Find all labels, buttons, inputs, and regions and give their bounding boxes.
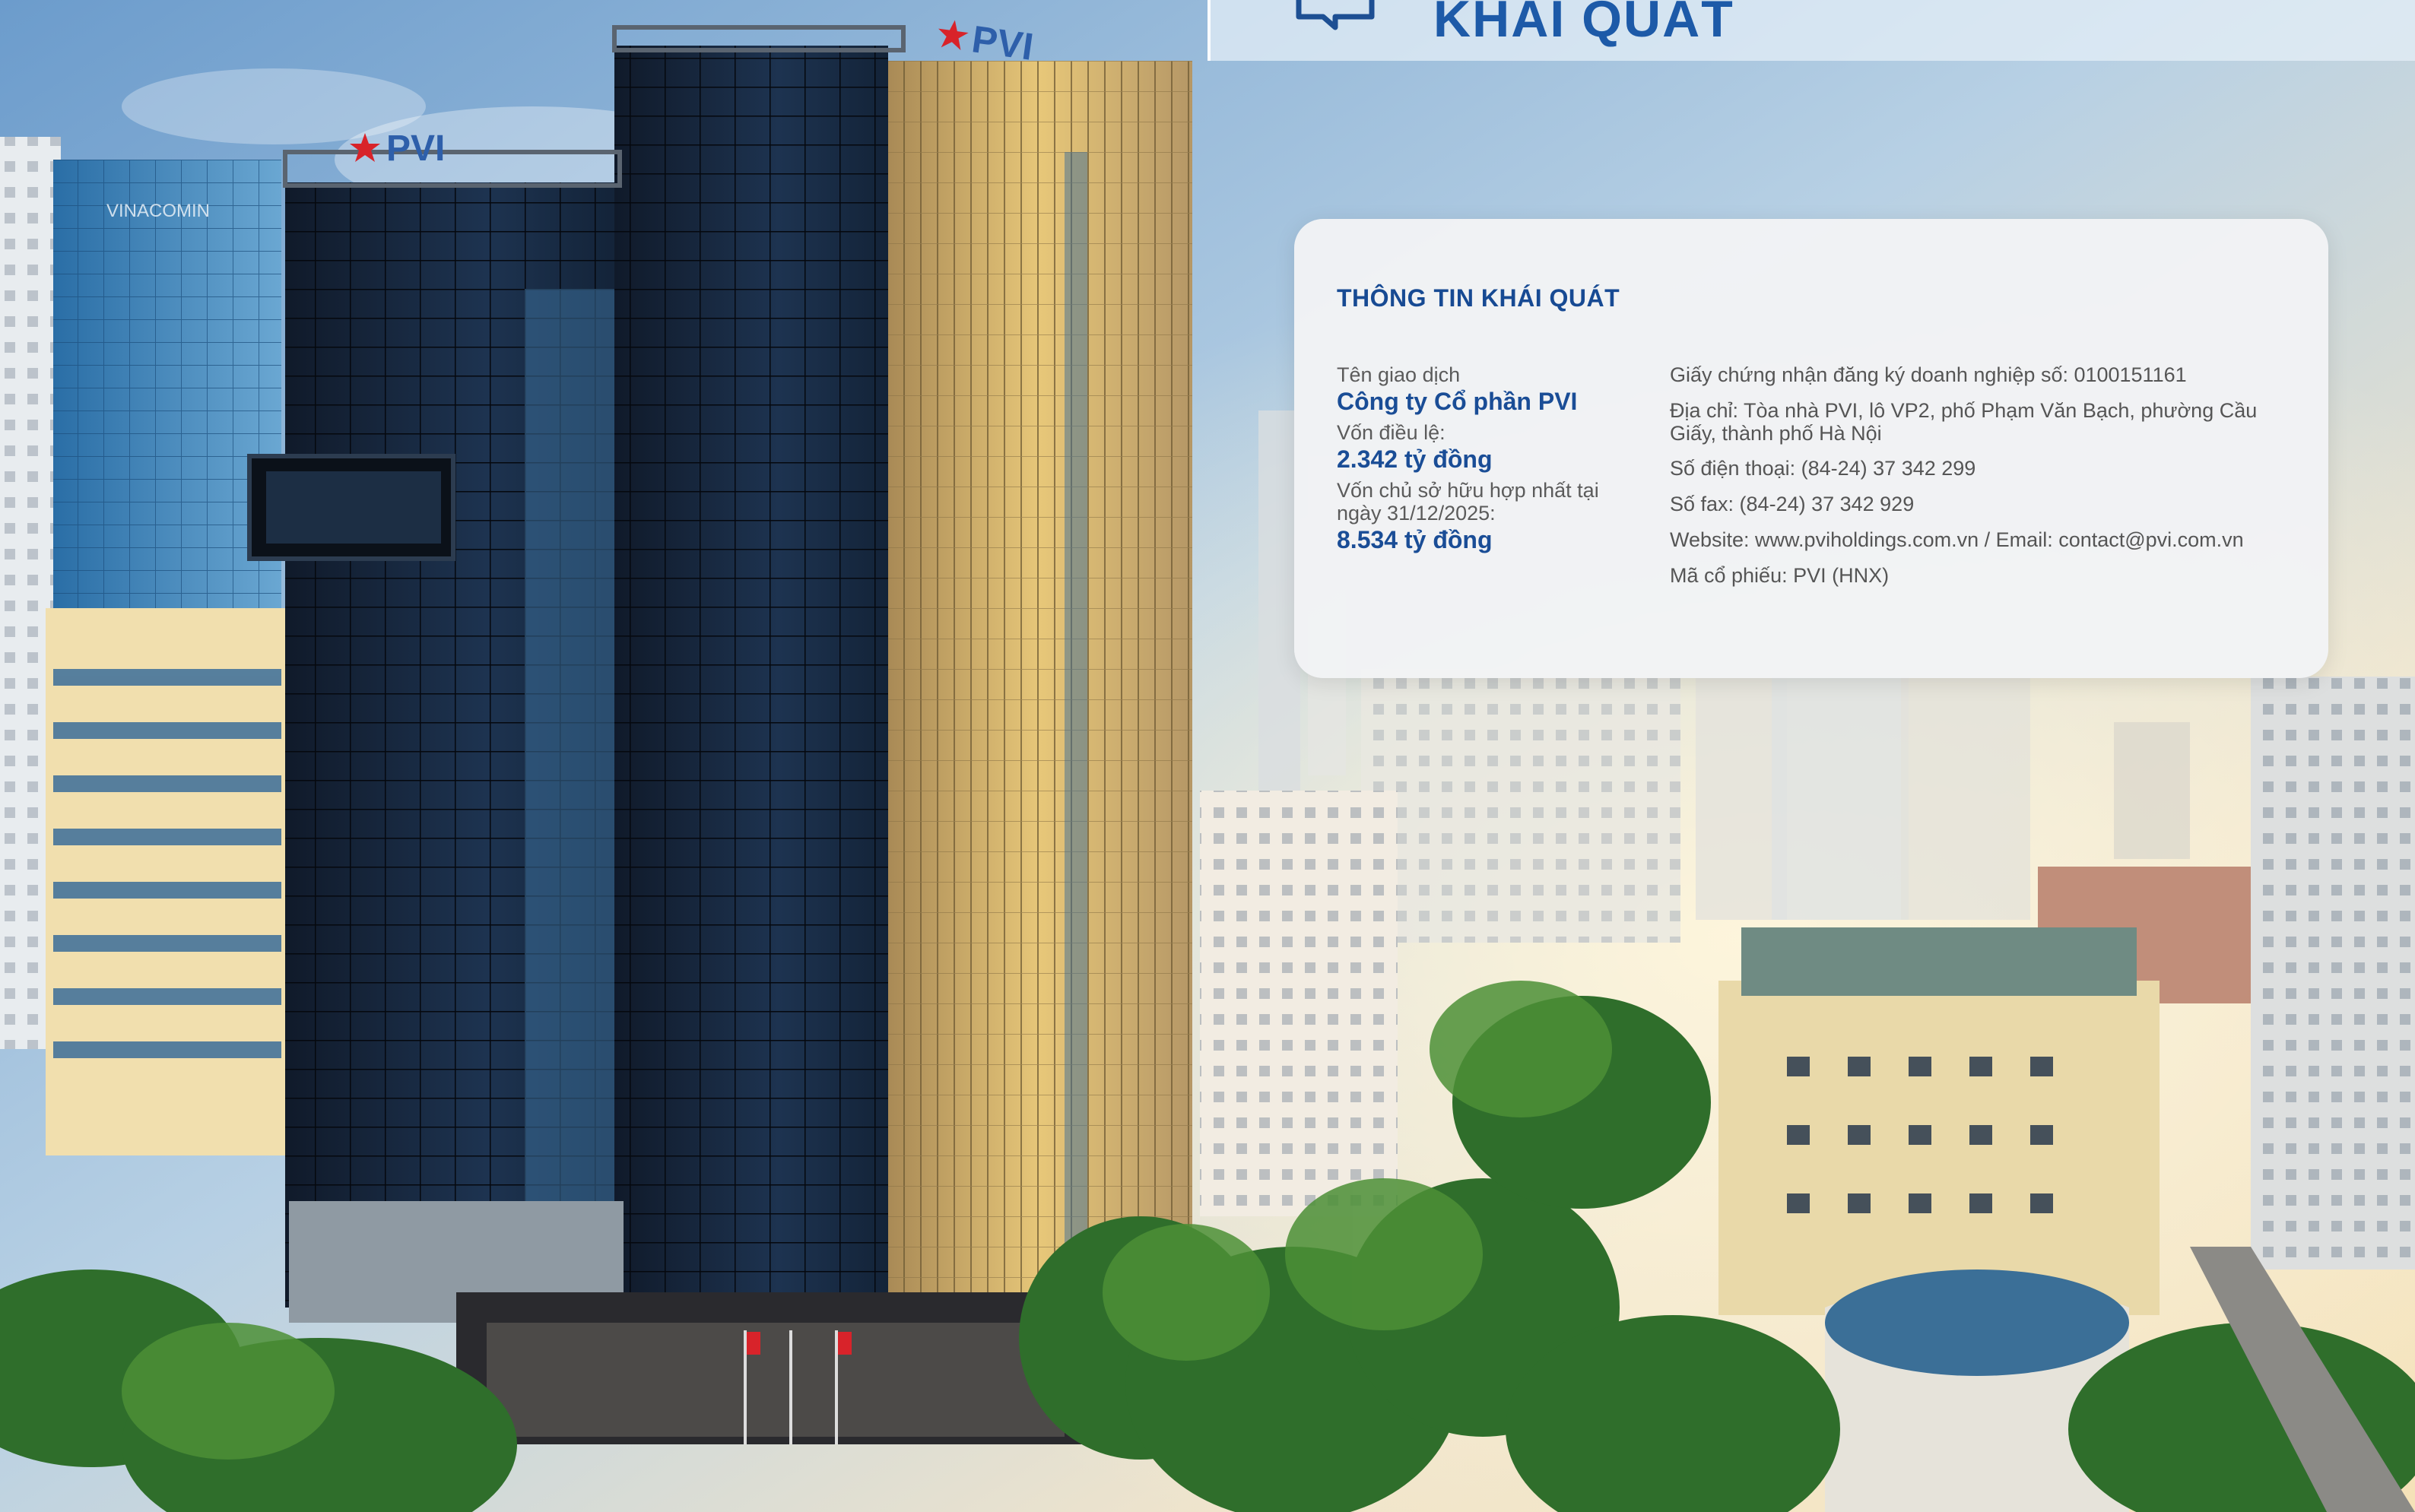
chat-bubble-icon: [1293, 0, 1384, 37]
equity-value: 8.534 tỷ đồng: [1337, 526, 1493, 553]
charter-capital-label: Vốn điều lệ:: [1337, 421, 1446, 444]
fax-number: Số fax: (84-24) 37 342 929: [1670, 493, 1915, 515]
key-facts-column: Tên giao dịch Công ty Cổ phần PVI Vốn đi…: [1337, 363, 1626, 559]
page-title: KHÁI QUÁT: [1433, 0, 1734, 48]
website-email[interactable]: Website: www.pviholdings.com.vn / Email:…: [1670, 528, 2293, 551]
pvi-logo-right: PVI: [969, 17, 1036, 68]
phone-number: Số điện thoại: (84-24) 37 342 299: [1670, 457, 1976, 480]
trading-name-label: Tên giao dịch: [1337, 363, 1461, 386]
pvi-logo-left: PVI: [386, 128, 445, 169]
vinacomin-sign: VINACOMIN: [106, 201, 210, 221]
contact-details-column: Giấy chứng nhận đăng ký doanh nghiệp số:…: [1670, 363, 2293, 600]
charter-capital-value: 2.342 tỷ đồng: [1337, 445, 1493, 473]
header-banner: [1208, 0, 2415, 61]
equity-label: Vốn chủ sở hữu hợp nhất tại ngày 31/12/2…: [1337, 479, 1599, 525]
info-card: THÔNG TIN KHÁI QUÁT Tên giao dịch Công t…: [1294, 219, 2328, 678]
stock-code: Mã cổ phiếu: PVI (HNX): [1670, 564, 1890, 587]
registration-number: Giấy chứng nhận đăng ký doanh nghiệp số:…: [1670, 363, 2187, 386]
trading-name-value: Công ty Cổ phần PVI: [1337, 388, 1578, 415]
address: Địa chỉ: Tòa nhà PVI, lô VP2, phố Phạm V…: [1670, 399, 2258, 445]
card-heading: THÔNG TIN KHÁI QUÁT: [1337, 284, 1620, 312]
